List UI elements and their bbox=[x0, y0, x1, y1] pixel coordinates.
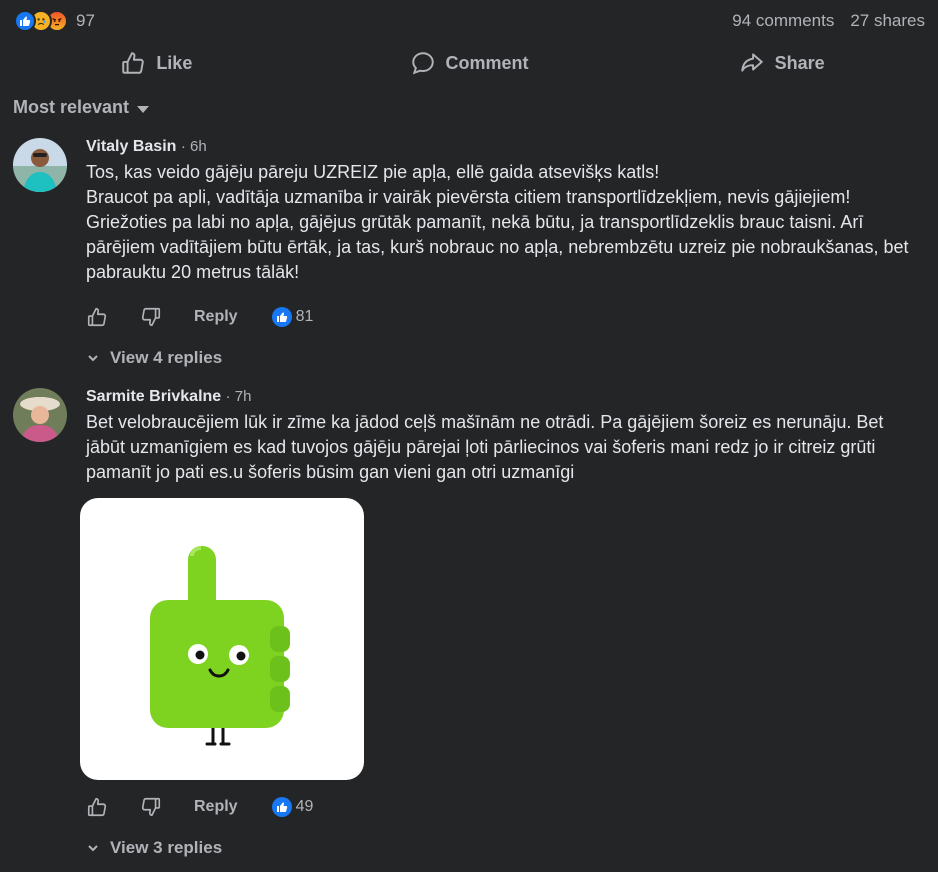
post-stats: 94 comments 27 shares bbox=[732, 11, 925, 31]
thumbs-down-icon bbox=[141, 797, 161, 817]
comment-dislike-button[interactable] bbox=[138, 304, 164, 330]
thumbs-up-icon bbox=[87, 797, 107, 817]
thumbs-down-icon bbox=[141, 307, 161, 327]
comment-like-count[interactable]: 81 bbox=[271, 307, 314, 327]
post-stats-bar: 97 94 comments 27 shares bbox=[0, 0, 938, 42]
share-arrow-icon bbox=[740, 53, 763, 72]
comment-actions: Reply 81 bbox=[84, 304, 313, 330]
reply-button[interactable]: Reply bbox=[194, 798, 238, 816]
view-replies-link[interactable]: View 3 replies bbox=[86, 838, 222, 858]
comment-content: Vitaly Basin · 6h Tos, kas veido gājēju … bbox=[86, 138, 926, 285]
like-label: Like bbox=[156, 52, 193, 73]
view-replies-link[interactable]: View 4 replies bbox=[86, 348, 222, 368]
comment-button[interactable]: Comment bbox=[313, 42, 626, 84]
like-count-value: 81 bbox=[295, 308, 314, 325]
comment-item: Vitaly Basin · 6h Tos, kas veido gājēju … bbox=[13, 138, 928, 378]
like-reaction-icon bbox=[14, 10, 36, 32]
comment-like-button[interactable] bbox=[84, 304, 110, 330]
comment-content: Sarmite Brivkalne · 7h Bet velobraucējie… bbox=[86, 388, 926, 485]
like-button[interactable]: Like bbox=[0, 42, 313, 84]
comment-like-count[interactable]: 49 bbox=[271, 797, 314, 817]
thumbs-up-icon bbox=[87, 307, 107, 327]
post-action-bar: Like Comment Share bbox=[0, 42, 938, 84]
caret-down-icon bbox=[137, 105, 150, 113]
thumbs-up-sticker[interactable] bbox=[80, 498, 364, 780]
like-count-value: 49 bbox=[295, 798, 314, 815]
chevron-down-icon bbox=[88, 845, 98, 852]
comment-text: Bet velobraucējiem lūk ir zīme ka jādod … bbox=[86, 412, 889, 482]
comment-time[interactable]: · 7h bbox=[226, 388, 252, 405]
thumbs-up-icon bbox=[122, 52, 145, 74]
like-reaction-icon bbox=[271, 797, 292, 817]
comment-author[interactable]: Vitaly Basin bbox=[86, 138, 176, 155]
comment-time[interactable]: · 6h bbox=[181, 138, 207, 155]
avatar[interactable] bbox=[13, 388, 67, 442]
view-replies-label: View 4 replies bbox=[110, 348, 223, 367]
comment-sort-dropdown[interactable]: Most relevant bbox=[13, 97, 150, 118]
comment-author[interactable]: Sarmite Brivkalne bbox=[86, 388, 221, 405]
comment-item: Sarmite Brivkalne · 7h Bet velobraucējie… bbox=[13, 388, 928, 508]
share-label: Share bbox=[774, 52, 825, 73]
comment-like-button[interactable] bbox=[84, 794, 110, 820]
thumbs-up-sticker-image bbox=[150, 546, 290, 746]
comment-label: Comment bbox=[445, 52, 529, 73]
reaction-count[interactable]: 97 bbox=[76, 11, 95, 31]
sort-label: Most relevant bbox=[13, 97, 130, 117]
view-replies-label: View 3 replies bbox=[110, 838, 223, 857]
comment-dislike-button[interactable] bbox=[138, 794, 164, 820]
comment-actions: Reply 49 bbox=[84, 794, 313, 820]
like-reaction-icon bbox=[271, 307, 292, 327]
chevron-down-icon bbox=[88, 355, 98, 362]
reaction-summary[interactable]: 97 bbox=[14, 9, 95, 33]
comments-count-link[interactable]: 94 comments bbox=[732, 11, 834, 31]
avatar[interactable] bbox=[13, 138, 67, 192]
comment-text: Tos, kas veido gājēju pāreju UZREIZ pie … bbox=[86, 162, 909, 282]
comment-bubble-icon bbox=[411, 52, 434, 75]
shares-count-link[interactable]: 27 shares bbox=[850, 11, 925, 31]
reply-button[interactable]: Reply bbox=[194, 308, 238, 326]
share-button[interactable]: Share bbox=[625, 42, 938, 84]
